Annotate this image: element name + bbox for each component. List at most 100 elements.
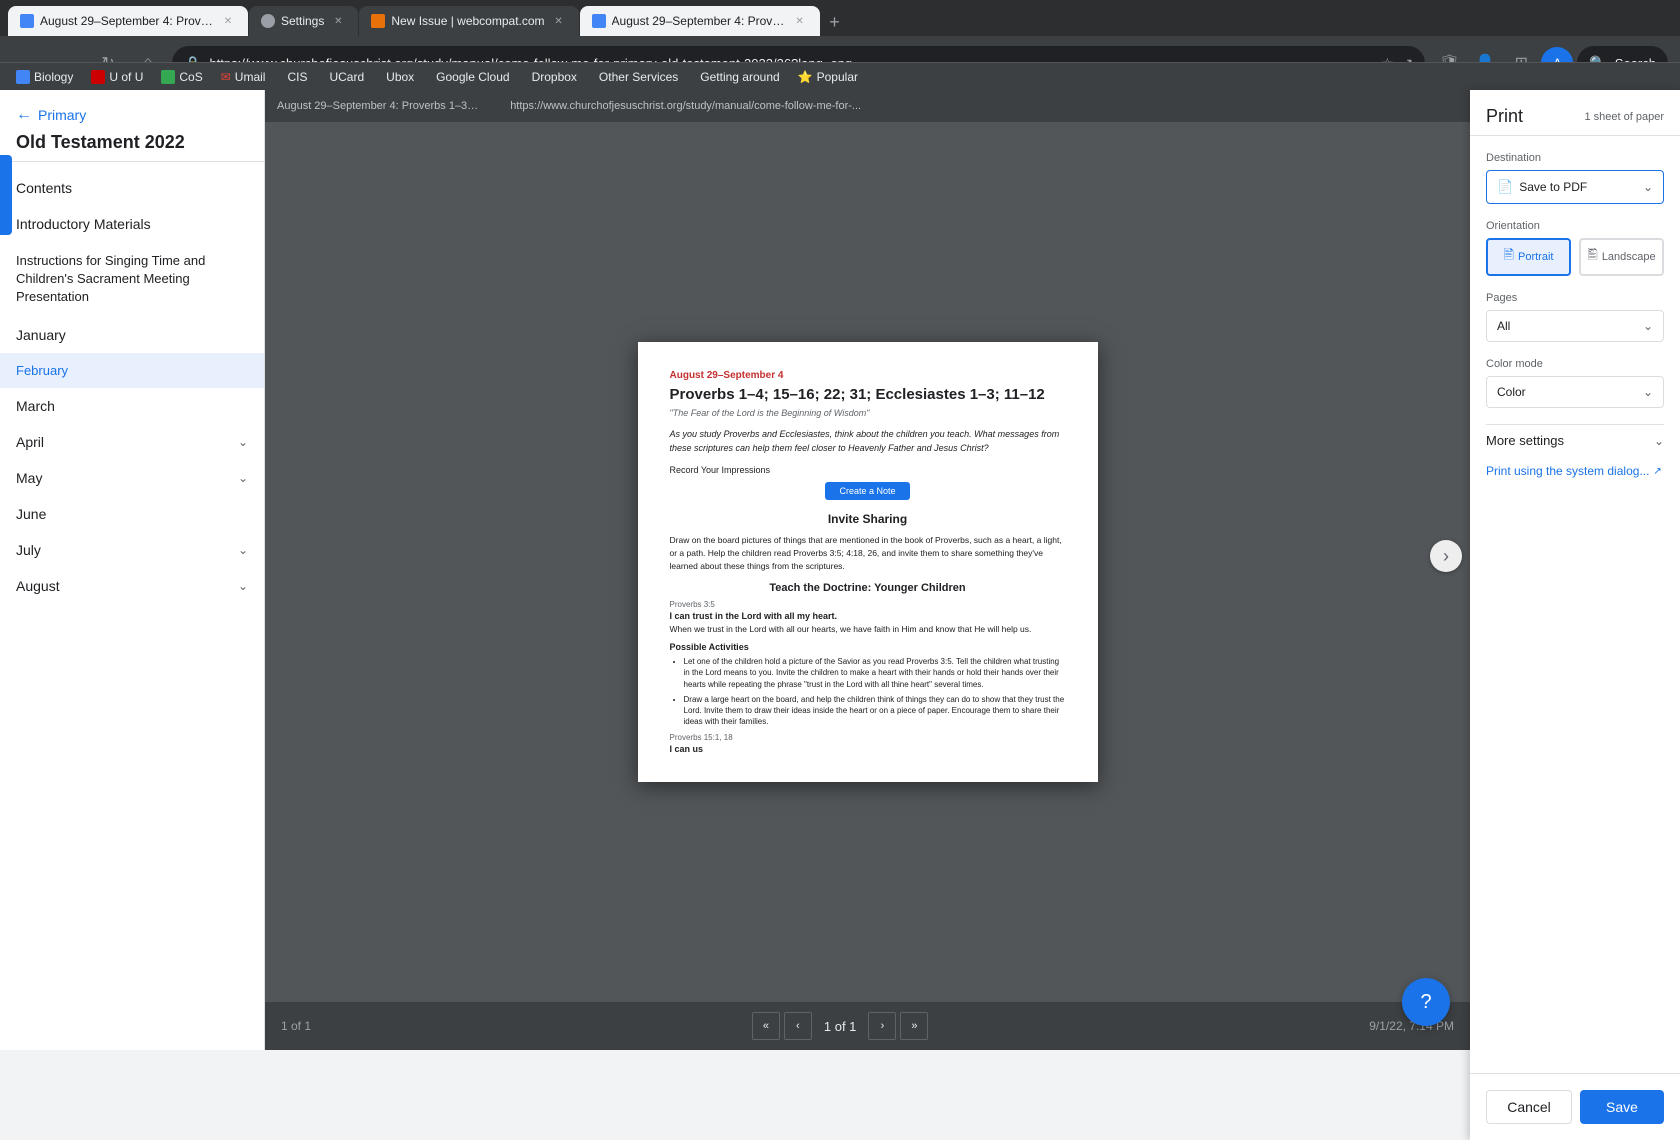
print-header-left: August 29–September 4: Proverbs 1–3…: [277, 100, 478, 112]
april-chevron-icon: ⌄: [238, 435, 248, 449]
landscape-icon: 🖺: [1587, 246, 1597, 268]
back-arrow-icon: ←: [16, 106, 32, 124]
bookmark-uofu[interactable]: U of U: [83, 68, 151, 86]
print-footer-left: 1 of 1: [281, 1019, 311, 1033]
destination-select[interactable]: 📄 Save to PDF ⌄: [1486, 170, 1664, 204]
chat-button[interactable]: ?: [1402, 978, 1450, 1026]
print-record-impressions: Record Your Impressions: [670, 465, 1066, 475]
print-proverbs-ref1: Proverbs 3:5: [670, 600, 1066, 609]
print-create-note-container: Create a Note: [670, 481, 1066, 500]
tab-3-favicon: [371, 14, 385, 28]
sidebar-item-may[interactable]: May ⌄: [0, 460, 264, 496]
sidebar-item-contents[interactable]: Contents: [0, 170, 264, 206]
content-nav-right-arrow[interactable]: ›: [1430, 540, 1462, 572]
sidebar-back-label: Primary: [38, 107, 86, 123]
destination-chevron-icon: ⌄: [1643, 180, 1653, 194]
bookmark-ucard[interactable]: UCard: [317, 68, 372, 86]
tab-3-close[interactable]: ✕: [551, 13, 567, 29]
bookmark-google-cloud[interactable]: Google Cloud: [424, 68, 517, 86]
sidebar-item-instructions[interactable]: Instructions for Singing Time and Childr…: [0, 242, 264, 317]
print-date-tag: August 29–September 4: [670, 370, 1066, 381]
print-nav-prev[interactable]: ‹: [784, 1012, 812, 1040]
print-footer: 1 of 1 « ‹ 1 of 1 › » 9/1/22, 7:14 PM: [265, 1002, 1470, 1050]
sidebar-item-january[interactable]: January: [0, 317, 264, 353]
sidebar-item-march[interactable]: March: [0, 388, 264, 424]
print-settings-body: Destination 📄 Save to PDF ⌄ Orientation …: [1470, 136, 1680, 1073]
portrait-button[interactable]: 🖹 Portrait: [1486, 238, 1571, 276]
print-nav-last[interactable]: »: [900, 1012, 928, 1040]
cancel-button[interactable]: Cancel: [1486, 1090, 1572, 1124]
destination-group: Destination 📄 Save to PDF ⌄: [1486, 152, 1664, 204]
bookmark-umail[interactable]: ✉Umail: [213, 68, 274, 86]
cos-favicon: [161, 70, 175, 84]
sidebar-item-introductory[interactable]: Introductory Materials: [0, 206, 264, 242]
print-proverbs-ref2: Proverbs 15:1, 18: [670, 733, 1066, 742]
bookmark-getting-around[interactable]: Getting around: [688, 68, 787, 86]
tab-2[interactable]: Settings ✕: [249, 6, 358, 36]
print-teach-doctrine-title: Teach the Doctrine: Younger Children: [670, 582, 1066, 594]
destination-value: 📄 Save to PDF: [1497, 179, 1587, 195]
tab-1-favicon: [20, 14, 34, 28]
external-link-icon: ↗: [1653, 466, 1661, 477]
orientation-label: Orientation: [1486, 220, 1664, 232]
pages-select[interactable]: All ⌄: [1486, 310, 1664, 342]
tab-4[interactable]: August 29–September 4: Prove… ✕: [580, 6, 820, 36]
print-bullet-1: Let one of the children hold a picture o…: [684, 656, 1066, 690]
sidebar-back-button[interactable]: ← Primary: [16, 106, 248, 124]
bookmark-popular[interactable]: ⭐Popular: [790, 68, 866, 86]
pdf-icon: 📄: [1497, 179, 1513, 195]
print-nav-next[interactable]: ›: [868, 1012, 896, 1040]
more-settings-row[interactable]: More settings ⌄: [1486, 424, 1664, 456]
print-page-indicator: 1 of 1: [816, 1019, 865, 1034]
print-settings-header: Print 1 sheet of paper: [1470, 90, 1680, 136]
bookmark-cos[interactable]: CoS: [153, 68, 210, 86]
print-intro-text: As you study Proverbs and Ecclesiastes, …: [670, 428, 1066, 455]
bookmark-cis[interactable]: CIS: [275, 68, 315, 86]
orientation-buttons: 🖹 Portrait 🖺 Landscape: [1486, 238, 1664, 276]
uofu-favicon: [91, 70, 105, 84]
bookmark-biology[interactable]: Biology: [8, 68, 81, 86]
print-nav-first[interactable]: «: [752, 1012, 780, 1040]
sidebar-item-july[interactable]: July ⌄: [0, 532, 264, 568]
print-doctrine2-partial: I can us: [670, 744, 1066, 754]
print-doctrine1-body: When we trust in the Lord with all our h…: [670, 624, 1066, 636]
orientation-group: Orientation 🖹 Portrait 🖺 Landscape: [1486, 220, 1664, 276]
tab-3[interactable]: New Issue | webcompat.com ✕: [359, 6, 578, 36]
save-button[interactable]: Save: [1580, 1090, 1664, 1124]
pages-label: Pages: [1486, 292, 1664, 304]
print-system-dialog-link[interactable]: Print using the system dialog... ↗: [1486, 464, 1664, 478]
print-invite-sharing-title: Invite Sharing: [670, 512, 1066, 526]
tab-1[interactable]: August 29–September 4: Prove… ✕: [8, 6, 248, 36]
print-page: August 29–September 4 Proverbs 1–4; 15–1…: [638, 342, 1098, 783]
blue-accent: [0, 155, 12, 235]
sidebar: ← Primary Old Testament 2022 Contents In…: [0, 90, 265, 1050]
print-create-note-button[interactable]: Create a Note: [825, 482, 909, 500]
print-settings-footer: Cancel Save: [1470, 1073, 1680, 1140]
sidebar-item-june[interactable]: June: [0, 496, 264, 532]
print-page-subtitle: "The Fear of the Lord is the Beginning o…: [670, 408, 1066, 418]
tab-2-close[interactable]: ✕: [330, 13, 346, 29]
pages-group: Pages All ⌄: [1486, 292, 1664, 342]
bookmark-dropbox[interactable]: Dropbox: [520, 68, 585, 86]
print-header-right: https://www.churchofjesuschrist.org/stud…: [510, 100, 861, 112]
august-chevron-icon: ⌄: [238, 579, 248, 593]
tab-1-title: August 29–September 4: Prove…: [40, 14, 214, 28]
bookmark-other-services[interactable]: Other Services: [587, 68, 686, 86]
print-bullet-list: Let one of the children hold a picture o…: [670, 656, 1066, 727]
new-tab-button[interactable]: +: [821, 8, 849, 36]
more-settings-label: More settings: [1486, 433, 1564, 448]
color-select[interactable]: Color ⌄: [1486, 376, 1664, 408]
color-group: Color mode Color ⌄: [1486, 358, 1664, 408]
tab-4-title: August 29–September 4: Prove…: [612, 14, 786, 28]
tab-1-close[interactable]: ✕: [220, 13, 236, 29]
sidebar-item-april[interactable]: April ⌄: [0, 424, 264, 460]
landscape-button[interactable]: 🖺 Landscape: [1579, 238, 1664, 276]
tab-4-close[interactable]: ✕: [792, 13, 808, 29]
bookmark-ubox[interactable]: Ubox: [374, 68, 422, 86]
sidebar-header: ← Primary Old Testament 2022: [0, 90, 264, 162]
sidebar-item-august[interactable]: August ⌄: [0, 568, 264, 604]
pages-chevron-icon: ⌄: [1643, 319, 1653, 333]
print-preview-container: August 29–September 4 Proverbs 1–4; 15–1…: [265, 122, 1470, 1002]
sidebar-nav: Contents Introductory Materials Instruct…: [0, 162, 264, 1050]
sidebar-item-february[interactable]: February: [0, 353, 264, 388]
